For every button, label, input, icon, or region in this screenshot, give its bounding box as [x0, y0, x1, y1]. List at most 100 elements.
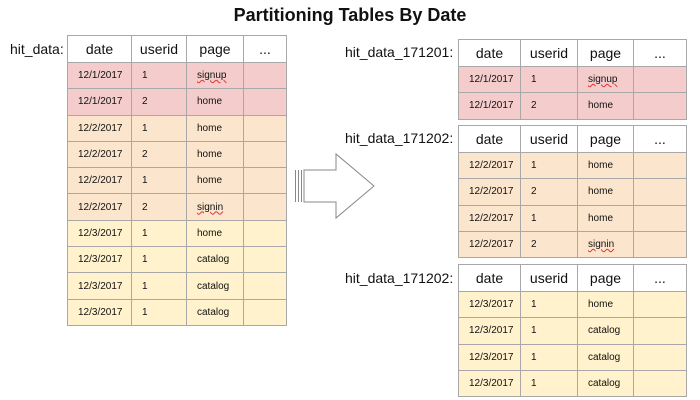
- cell-userid-text: 2: [142, 201, 148, 213]
- column-header-page: page: [577, 125, 634, 153]
- column-header-userid: userid: [520, 39, 578, 67]
- column-header-date: date: [458, 264, 521, 292]
- source-table: date userid page ... 12/1/2017 1 signup 12/…: [67, 35, 287, 326]
- table-row: 12/2/2017 2 signin: [458, 230, 687, 259]
- cell-more: [243, 114, 287, 142]
- cell-date: 12/2/2017: [67, 167, 132, 195]
- cell-page-text: signup: [197, 70, 227, 82]
- cell-page-text: home: [197, 227, 223, 239]
- cell-more: [243, 140, 287, 169]
- cell-page: catalog: [186, 298, 244, 326]
- cell-userid: 1: [131, 61, 187, 90]
- cell-date: 12/2/2017: [458, 151, 521, 180]
- cell-page-text: home: [197, 175, 223, 187]
- cell-page: home: [186, 219, 244, 248]
- cell-more: [633, 343, 687, 371]
- cell-page: home: [577, 151, 634, 180]
- cell-more: [243, 298, 287, 326]
- table-row: 12/2/2017 1 home: [67, 114, 287, 142]
- cell-more: [243, 61, 287, 90]
- cell-page-text: catalog: [197, 306, 230, 318]
- cell-date-text: 12/2/2017: [78, 122, 123, 134]
- cell-more: [633, 230, 687, 259]
- cell-date-text: 12/3/2017: [469, 325, 514, 337]
- cell-page: catalog: [577, 343, 634, 371]
- cell-more: [243, 246, 287, 274]
- partition-1-label: hit_data_171201:: [345, 44, 454, 60]
- cell-page: catalog: [577, 369, 634, 398]
- table-row: 12/3/2017 1 catalog: [458, 343, 687, 371]
- right-arrow-icon: [295, 152, 375, 220]
- column-header-more: ...: [633, 125, 687, 153]
- cell-date-text: 12/1/2017: [78, 96, 123, 108]
- cell-userid: 2: [520, 230, 578, 259]
- cell-date: 12/3/2017: [458, 369, 521, 398]
- table-row: 12/2/2017 2 home: [67, 140, 287, 169]
- column-header-userid: userid: [131, 35, 187, 63]
- cell-date: 12/2/2017: [458, 178, 521, 206]
- column-header-date: date: [458, 39, 521, 67]
- cell-userid: 2: [131, 140, 187, 169]
- table-row: 12/1/2017 1 signup: [67, 61, 287, 90]
- cell-page: signup: [577, 65, 634, 94]
- cell-page: signin: [186, 193, 244, 221]
- table-row: 12/3/2017 1 home: [67, 219, 287, 248]
- cell-userid: 2: [131, 193, 187, 221]
- cell-userid-text: 1: [142, 227, 148, 239]
- table-row: 12/3/2017 1 catalog: [458, 317, 687, 345]
- cell-more: [633, 151, 687, 180]
- cell-date-text: 12/2/2017: [78, 149, 123, 161]
- cell-page-text: home: [197, 149, 223, 161]
- cell-page: home: [186, 114, 244, 142]
- table-row: 12/1/2017 2 home: [67, 88, 287, 116]
- cell-userid-text: 1: [142, 254, 148, 266]
- cell-more: [243, 88, 287, 116]
- column-header-more: ...: [633, 39, 687, 67]
- cell-date: 12/3/2017: [67, 298, 132, 326]
- cell-date: 12/1/2017: [67, 88, 132, 116]
- cell-date-text: 12/3/2017: [469, 378, 514, 390]
- cell-userid-text: 1: [531, 212, 537, 224]
- cell-date: 12/2/2017: [67, 193, 132, 221]
- table-row: 12/3/2017 1 catalog: [67, 246, 287, 274]
- cell-page: catalog: [186, 246, 244, 274]
- header-row: date userid page ...: [458, 125, 687, 153]
- cell-page-text: catalog: [588, 325, 621, 337]
- cell-date-text: 12/3/2017: [78, 254, 123, 266]
- column-header-page: page: [577, 264, 634, 292]
- source-table-label: hit_data:: [10, 41, 64, 57]
- cell-userid: 1: [520, 317, 578, 345]
- column-header-userid: userid: [520, 264, 578, 292]
- cell-page-text: home: [588, 212, 614, 224]
- header-row: date userid page ...: [458, 264, 687, 292]
- cell-page-text: home: [197, 122, 223, 134]
- cell-date-text: 12/1/2017: [469, 100, 514, 112]
- cell-date-text: 12/2/2017: [469, 160, 514, 172]
- table-row: 12/2/2017 2 home: [458, 178, 687, 206]
- cell-more: [633, 178, 687, 206]
- cell-page-text: signup: [588, 74, 618, 86]
- cell-page-text: home: [588, 100, 614, 112]
- cell-more: [243, 167, 287, 195]
- cell-userid-text: 1: [142, 70, 148, 82]
- partition-2-table: date userid page ... 12/2/2017 1 home 12/2/…: [458, 125, 687, 259]
- cell-date: 12/3/2017: [458, 290, 521, 319]
- cell-page: home: [577, 178, 634, 206]
- cell-page: signin: [577, 230, 634, 259]
- cell-userid-text: 2: [531, 239, 537, 251]
- cell-userid-text: 1: [531, 351, 537, 363]
- cell-page-text: catalog: [588, 351, 621, 363]
- cell-page-text: home: [588, 160, 614, 172]
- cell-page-text: signin: [588, 239, 615, 251]
- cell-userid: 1: [520, 369, 578, 398]
- cell-userid: 1: [131, 272, 187, 300]
- cell-more: [633, 204, 687, 232]
- cell-page: home: [577, 204, 634, 232]
- cell-page-text: catalog: [197, 254, 230, 266]
- cell-date-text: 12/2/2017: [469, 212, 514, 224]
- cell-more: [243, 193, 287, 221]
- cell-userid-text: 1: [142, 280, 148, 292]
- column-header-date: date: [458, 125, 521, 153]
- cell-userid-text: 1: [142, 122, 148, 134]
- cell-more: [243, 219, 287, 248]
